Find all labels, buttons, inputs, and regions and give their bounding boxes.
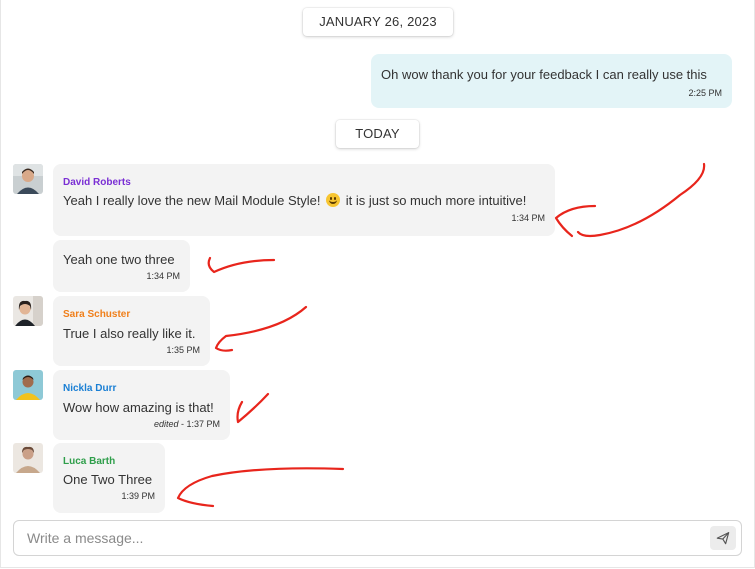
message-time: 1:39 PM <box>121 491 155 501</box>
message-time: 1:34 PM <box>146 271 180 281</box>
sender-name: Nickla Durr <box>63 383 117 394</box>
message-text: Yeah I really love the new Mail Module S… <box>63 193 526 208</box>
sender-name: Luca Barth <box>63 456 116 467</box>
own-message-bubble[interactable]: Oh wow thank you for your feedback I can… <box>371 54 732 108</box>
chat-panel: JANUARY 26, 2023 TODAY Oh wow thank you … <box>0 0 755 568</box>
message-text: Yeah one two three <box>63 252 175 267</box>
message-time: edited - 1:37 PM <box>154 419 220 429</box>
message-time: 1:34 PM <box>511 213 545 223</box>
sender-name: Sara Schuster <box>63 309 131 320</box>
message-text: Wow how amazing is that! <box>63 400 214 415</box>
grinning-face-emoji-icon <box>326 193 341 207</box>
edited-label: edited <box>153 419 179 429</box>
message-bubble[interactable]: Luca Barth One Two Three 1:39 PM <box>53 443 165 513</box>
date-separator: JANUARY 26, 2023 <box>303 8 453 36</box>
message-bubble[interactable]: Nickla Durr Wow how amazing is that! edi… <box>53 370 230 440</box>
message-text: One Two Three <box>63 472 153 487</box>
message-composer <box>13 520 742 556</box>
sender-name: David Roberts <box>63 177 131 188</box>
message-bubble[interactable]: Yeah one two three 1:34 PM <box>53 240 190 292</box>
message-time: 2:25 PM <box>688 88 722 98</box>
avatar <box>13 296 43 326</box>
message-text-part: Yeah I really love the new Mail Module S… <box>63 193 321 208</box>
message-time-value: - 1:37 PM <box>180 419 220 429</box>
today-separator: TODAY <box>336 120 419 148</box>
message-text: True I also really like it. <box>63 326 196 341</box>
avatar <box>13 164 43 194</box>
send-button[interactable] <box>710 526 736 550</box>
message-text-part: it is just so much more intuitive! <box>345 193 527 208</box>
message-time: 1:35 PM <box>166 345 200 355</box>
message-text: Oh wow thank you for your feedback I can… <box>381 67 707 82</box>
avatar <box>13 443 43 473</box>
avatar <box>13 370 43 400</box>
send-icon <box>716 532 730 545</box>
message-bubble[interactable]: Sara Schuster True I also really like it… <box>53 296 210 366</box>
message-input[interactable] <box>14 521 707 555</box>
message-bubble[interactable]: David Roberts Yeah I really love the new… <box>53 164 555 236</box>
